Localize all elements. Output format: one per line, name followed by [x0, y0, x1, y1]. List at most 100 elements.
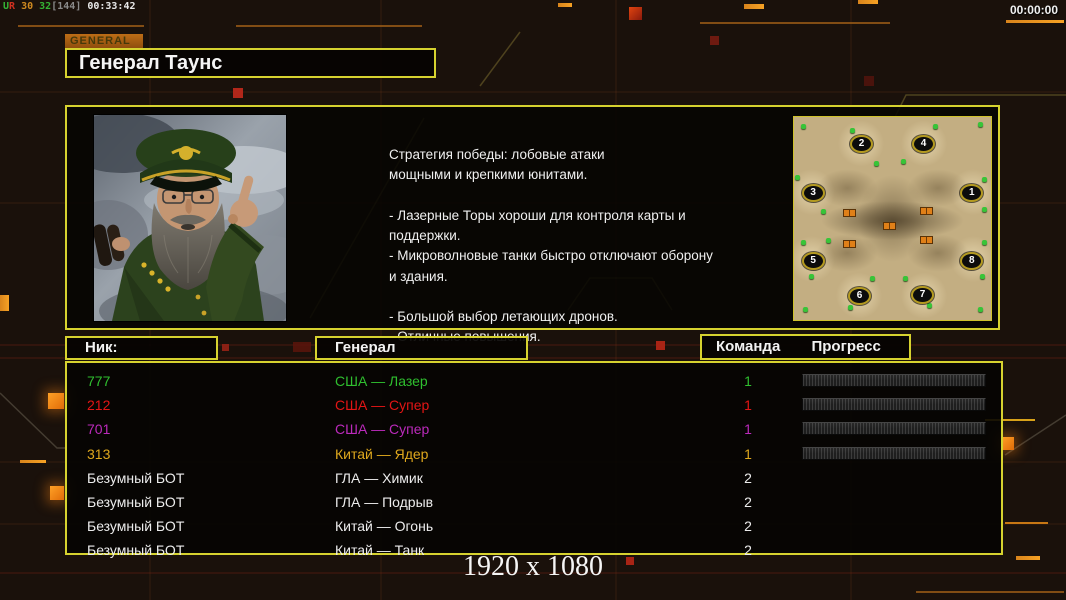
player-row: 212 США — Супер 1: [67, 393, 1001, 417]
map-tree: [869, 276, 875, 282]
map-tree: [978, 306, 984, 312]
decor-line: [236, 25, 422, 27]
map-tree: [982, 239, 988, 245]
player-progress-bar: [802, 446, 986, 460]
player-nick: 777: [87, 373, 111, 389]
nick-header-label: Ник:: [85, 339, 118, 356]
player-row: Безумный БОТ ГЛА — Химик 2: [67, 466, 1001, 490]
map-tree: [800, 239, 806, 245]
spawn-marker: 7: [911, 285, 935, 304]
player-general: США — Супер: [335, 397, 430, 414]
map-structure: [919, 235, 933, 244]
player-nick: 313: [87, 445, 111, 462]
player-nick: 212: [87, 397, 111, 414]
spawn-marker: 5: [801, 252, 825, 271]
player-nick: 701: [87, 421, 111, 438]
progress-header-label: Прогресс: [811, 338, 881, 355]
spawn-marker: 4: [912, 135, 936, 154]
player-team: 2: [744, 518, 752, 535]
decor-line: [916, 591, 1064, 593]
map-tree: [808, 274, 814, 280]
column-header-nick: Ник:: [65, 336, 218, 360]
player-team: 2: [744, 493, 752, 510]
fps-segment: [144]: [51, 1, 82, 12]
map-tree: [901, 158, 907, 164]
decor-red-square: [864, 76, 874, 86]
map-tree: [848, 304, 854, 310]
spawn-marker: 6: [848, 286, 871, 305]
player-rows: 777 США — Лазер 1 212 США — Супер 1 701 США — С…: [67, 369, 1001, 563]
map-tree: [926, 302, 932, 308]
player-progress-bar: [802, 398, 986, 412]
player-team: 1: [744, 397, 752, 414]
player-general: ГЛА — Подрыв: [335, 493, 434, 510]
general-info-panel: Стратегия победы: лобовые атаки мощными …: [65, 105, 1000, 344]
player-general: США — Супер: [335, 421, 430, 438]
map-structure: [882, 221, 896, 230]
map-tree: [794, 174, 800, 180]
general-header-label: Генерал: [335, 339, 396, 356]
player-row: Безумный БОТ ГЛА — Подрыв 2: [67, 490, 1001, 514]
player-team: 1: [744, 445, 752, 462]
spawn-marker: 8: [960, 252, 984, 271]
player-general: Китай — Огонь: [335, 518, 434, 535]
player-row: 313 Китай — Ядер 1: [67, 442, 1001, 466]
match-timer: 00:00:00: [1009, 3, 1058, 17]
player-table: 777 США — Лазер 1 212 США — Супер 1 701 США — С…: [65, 361, 1003, 558]
fps-overlay: UR 30 32[144] 00:33:42: [3, 1, 135, 12]
loading-lobby-screen: UR 30 32[144] 00:33:42 00:00:00 GENERAL …: [0, 0, 1066, 600]
map-tree: [873, 160, 879, 166]
decor-line: [700, 22, 890, 24]
page-title: Генерал Таунс: [79, 52, 223, 74]
decor-red-square: [222, 344, 229, 351]
spawn-marker: 2: [849, 135, 873, 154]
map-tree: [850, 128, 856, 134]
map-structure: [843, 209, 857, 218]
map-tree: [800, 124, 806, 130]
team-header-label: Команда: [716, 338, 781, 355]
decor-dash: [744, 4, 764, 9]
general-portrait: [93, 114, 287, 322]
decor-orange-square: [50, 486, 64, 500]
player-progress-bar: [802, 374, 986, 387]
player-team: 1: [744, 421, 752, 438]
resolution-watermark: 1920 x 1080: [463, 551, 603, 582]
player-team: 1: [744, 373, 752, 389]
fps-segment: 00:33:42: [81, 1, 136, 12]
decor-dash: [20, 460, 46, 463]
general-portrait-art: [94, 115, 286, 321]
decor-dash: [858, 0, 878, 4]
map-structure: [919, 207, 933, 216]
map-tree: [820, 209, 826, 215]
map-tree: [932, 124, 938, 130]
column-header-general: Генерал: [315, 336, 528, 360]
player-row: 701 США — Супер 1: [67, 417, 1001, 441]
decor-red-square: [629, 7, 642, 20]
decor-dash: [0, 295, 9, 311]
spawn-marker: 3: [801, 184, 825, 203]
player-progress-bar: [802, 422, 986, 436]
strategy-text: Стратегия победы: лобовые атаки мощными …: [389, 147, 713, 344]
spawn-marker: 1: [960, 184, 984, 203]
map-tree: [903, 276, 909, 282]
player-row: 777 США — Лазер 1: [67, 369, 1001, 393]
player-team: 2: [744, 469, 752, 486]
decor-red-square: [233, 88, 243, 98]
decor-red-square: [293, 342, 311, 352]
player-general: Китай — Ядер: [335, 445, 429, 462]
fps-segment: 30: [15, 1, 34, 12]
map-tree: [980, 274, 986, 280]
column-header-team-progress: Команда Прогресс: [700, 334, 911, 360]
map-tree: [802, 306, 808, 312]
decor-dash: [558, 3, 572, 7]
player-nick: Безумный БОТ: [87, 493, 185, 510]
player-nick: Безумный БОТ: [87, 518, 185, 535]
fps-segment: 32: [33, 1, 52, 12]
map-tree: [982, 207, 988, 213]
decor-dash: [1006, 20, 1064, 23]
minimap: 2 4 3 1 5 8 6 7: [793, 116, 992, 321]
player-general: США — Лазер: [335, 373, 428, 389]
map-tree: [982, 176, 988, 182]
map-tree: [826, 237, 832, 243]
decor-orange-square: [48, 393, 64, 409]
